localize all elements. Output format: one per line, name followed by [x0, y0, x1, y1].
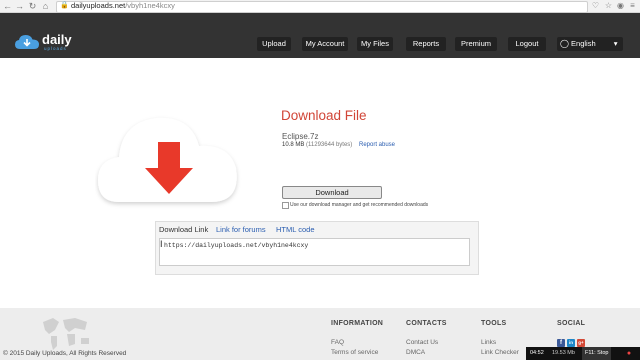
download-link-textarea[interactable]: https://dailyuploads.net/vbyh1ne4kcxy [159, 238, 470, 266]
footer-link-terms[interactable]: Terms of service [331, 349, 378, 356]
facebook-icon[interactable]: f [557, 339, 565, 347]
footer-link-contact-us[interactable]: Contact Us [406, 339, 438, 346]
back-arrow-icon[interactable]: ← [2, 0, 13, 12]
logo-subtext: uploads [44, 46, 67, 51]
tab-download-link[interactable]: Download Link [159, 225, 208, 235]
nav-reports[interactable]: Reports [406, 37, 446, 51]
page-title: Download File [281, 108, 367, 123]
file-size: 10.8 MB (11293644 bytes) [282, 142, 352, 148]
url-host: dailyuploads.net [71, 1, 126, 10]
file-name: Eclipse.7z [282, 132, 319, 141]
footer-heading-information: INFORMATION [331, 320, 384, 327]
file-size-mb: 10.8 MB [282, 142, 305, 148]
logo-cloud-icon[interactable] [14, 34, 40, 50]
language-label: English [571, 39, 596, 48]
nav-my-account[interactable]: My Account [302, 37, 348, 51]
home-icon[interactable]: ⌂ [40, 0, 51, 12]
download-cloud-icon [98, 117, 237, 202]
nav-my-files[interactable]: My Files [357, 37, 393, 51]
recorder-time: 04:52 [530, 350, 544, 356]
footer-link-dmca[interactable]: DMCA [406, 349, 425, 356]
forward-arrow-icon[interactable]: → [14, 0, 25, 12]
file-size-bytes: (11293644 bytes) [306, 142, 353, 148]
footer-heading-social: SOCIAL [557, 320, 586, 327]
url-text[interactable]: dailyuploads.net/vbyh1ne4kcxy [71, 0, 175, 12]
footer-link-links[interactable]: Links [481, 339, 496, 346]
tab-html-code[interactable]: HTML code [276, 225, 315, 235]
site-header [0, 13, 640, 58]
text-cursor-icon: I [160, 239, 163, 249]
logo-text[interactable]: daily [42, 33, 72, 46]
recorder-stop-button[interactable]: F11: Stop [582, 347, 612, 360]
tab-link-for-forums[interactable]: Link for forums [216, 225, 266, 235]
bookmark-star-icon[interactable]: ☆ [603, 0, 614, 12]
world-map-icon [43, 318, 89, 350]
recorder-size: 19.53 Mb [552, 350, 575, 356]
footer-link-link-checker[interactable]: Link Checker [481, 349, 519, 356]
download-manager-checkbox[interactable] [282, 202, 289, 209]
reload-icon[interactable]: ↻ [27, 0, 38, 12]
footer-heading-tools: TOOLS [481, 320, 507, 327]
favorites-icon[interactable]: ♡ [590, 0, 601, 12]
footer-heading-contacts: CONTACTS [406, 320, 447, 327]
nav-upload[interactable]: Upload [257, 37, 291, 51]
nav-premium[interactable]: Premium [455, 37, 497, 51]
copyright-text: © 2015 Daily Uploads, All Rights Reserve… [3, 350, 127, 357]
extensions-icon[interactable]: ◉ [615, 0, 626, 12]
lock-icon: 🔒 [60, 2, 69, 9]
download-button[interactable]: Download [282, 186, 382, 199]
menu-icon[interactable]: ≡ [627, 0, 638, 12]
nav-logout[interactable]: Logout [508, 37, 546, 51]
report-abuse-link[interactable]: Report abuse [359, 142, 395, 148]
chevron-down-icon: ▾ [613, 39, 618, 48]
language-select[interactable]: ◯ English ▾ [557, 37, 623, 51]
footer-link-faq[interactable]: FAQ [331, 339, 344, 346]
linkedin-icon[interactable]: in [567, 339, 575, 347]
globe-icon: ◯ [560, 39, 569, 48]
record-icon[interactable]: ● [624, 347, 634, 360]
download-manager-label: Use our download manager and get recomme… [290, 202, 429, 208]
google-plus-icon[interactable]: g+ [577, 339, 585, 347]
url-path: /vbyh1ne4kcxy [125, 1, 175, 10]
